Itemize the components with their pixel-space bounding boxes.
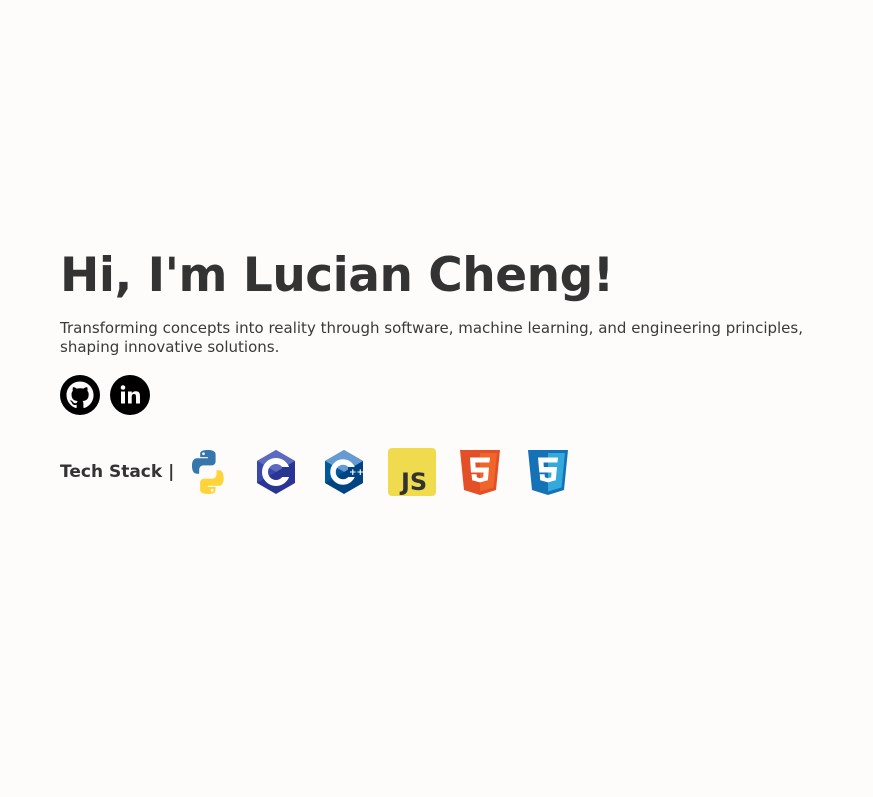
cpp-icon: ++ — [325, 450, 364, 494]
social-links — [60, 375, 860, 415]
page-title: Hi, I'm Lucian Cheng! — [60, 248, 614, 303]
linkedin-link[interactable] — [110, 375, 150, 415]
linkedin-icon — [110, 375, 150, 415]
svg-text:++: ++ — [349, 468, 364, 478]
javascript-logo: JS — [388, 448, 437, 496]
html5-logo — [456, 448, 504, 496]
c-logo — [252, 448, 300, 496]
html5-icon — [460, 450, 501, 495]
hero-section: Hi, I'm Lucian Cheng! Transforming conce… — [60, 246, 860, 496]
tech-stack: Tech Stack | ++ JS — [60, 448, 860, 496]
c-icon — [257, 450, 296, 494]
github-link[interactable] — [60, 375, 100, 415]
css3-logo — [524, 448, 572, 496]
python-logo — [184, 448, 232, 496]
github-icon — [60, 375, 100, 415]
css3-icon — [528, 450, 569, 495]
svg-text:JS: JS — [399, 468, 427, 496]
javascript-icon: JS — [388, 448, 437, 496]
cpp-logo: ++ — [320, 448, 368, 496]
python-icon — [192, 450, 225, 494]
tech-stack-label: Tech Stack | — [60, 462, 175, 482]
page-subtitle: Transforming concepts into reality throu… — [60, 319, 803, 356]
